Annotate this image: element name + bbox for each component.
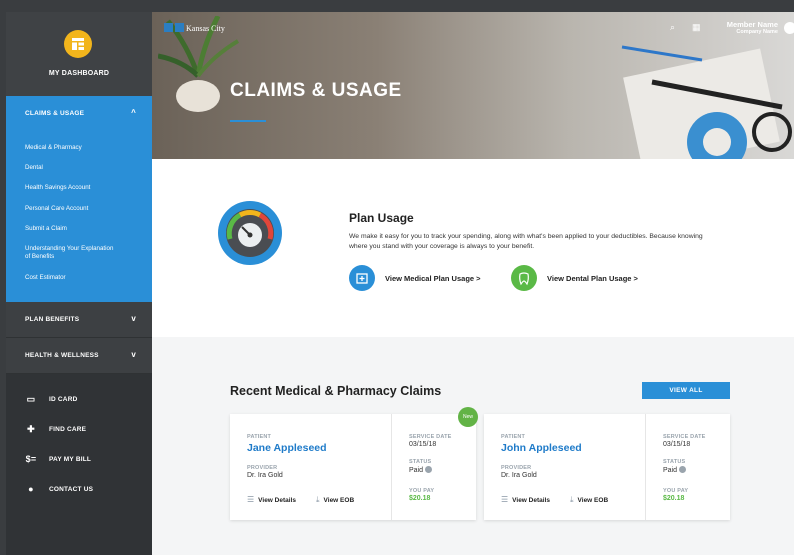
plan-usage-description: We make it easy for you to track your sp… <box>349 233 703 250</box>
sidebar-item-eob[interactable]: Understanding Your Explanation of Benefi… <box>25 245 115 261</box>
gauge-icon <box>218 201 282 265</box>
nav-id-card[interactable]: ▭ ID CARD <box>6 390 152 410</box>
download-icon: ⤓ <box>316 495 320 504</box>
view-details-link[interactable]: ☰ View Details <box>501 495 550 504</box>
new-badge: New <box>458 407 478 427</box>
nav-contact-us[interactable]: ● CONTACT US <box>6 480 152 500</box>
logo-text: Kansas City <box>186 24 225 33</box>
download-icon: ⤓ <box>570 495 574 504</box>
dollar-icon: $= <box>25 454 37 464</box>
provider-name: Dr. Ira Gold <box>247 472 283 479</box>
my-dashboard-link[interactable]: MY DASHBOARD <box>6 12 152 96</box>
section-label: PLAN BENEFITS <box>25 316 80 323</box>
plus-icon: ✚ <box>27 424 35 434</box>
patient-label: PATIENT <box>501 434 526 440</box>
sidebar-item-dental[interactable]: Dental <box>25 164 145 172</box>
view-eob-label: View EOB <box>577 497 609 504</box>
sidebar-item-cost-estimator[interactable]: Cost Estimator <box>25 274 145 282</box>
view-details-label: View Details <box>258 497 296 504</box>
sidebar-item-submit-claim[interactable]: Submit a Claim <box>25 225 145 233</box>
brand-logo[interactable]: Kansas City <box>164 23 225 33</box>
nav-find-care[interactable]: ✚ FIND CARE <box>6 420 152 440</box>
member-name: Member Name <box>726 20 778 29</box>
plan-usage-title: Plan Usage <box>349 211 414 225</box>
service-date-label: SERVICE DATE <box>663 434 706 440</box>
service-date-label: SERVICE DATE <box>409 434 452 440</box>
avatar-icon[interactable] <box>784 22 794 34</box>
view-details-link[interactable]: ☰ View Details <box>247 495 296 504</box>
info-icon[interactable] <box>424 466 432 473</box>
section-label: HEALTH & WELLNESS <box>25 352 99 359</box>
title-underline <box>230 120 266 122</box>
list-icon: ☰ <box>501 495 509 504</box>
recent-claims-title: Recent Medical & Pharmacy Claims <box>230 384 442 398</box>
info-icon[interactable] <box>678 466 686 473</box>
view-all-button[interactable]: VIEW ALL <box>642 382 730 399</box>
dashboard-label: MY DASHBOARD <box>48 70 110 77</box>
chevron-up-icon: ^ <box>131 108 136 117</box>
sidebar-section-plan-benefits[interactable]: PLAN BENEFITS v <box>6 302 152 338</box>
you-pay-label: YOU PAY <box>663 488 689 494</box>
status-label: STATUS <box>409 459 432 465</box>
nav-label: CONTACT US <box>49 486 94 493</box>
view-eob-link[interactable]: ⤓ View EOB <box>316 495 354 505</box>
status-value: Paid <box>663 466 686 474</box>
claim-card: PATIENT Jane Appleseed PROVIDER Dr. Ira … <box>230 407 478 520</box>
service-date: 03/15/18 <box>409 441 437 448</box>
sidebar: MY DASHBOARD CLAIMS & USAGE ^ Medical & … <box>6 12 152 555</box>
view-details-label: View Details <box>512 497 550 504</box>
nav-label: FIND CARE <box>49 426 87 433</box>
hero-banner: Kansas City ⌕ ▦ Member Name Company Name… <box>152 12 794 159</box>
view-eob-label: View EOB <box>323 497 355 504</box>
company-name: Company Name <box>736 29 778 35</box>
id-card-icon: ▭ <box>26 394 36 404</box>
app-frame: MY DASHBOARD CLAIMS & USAGE ^ Medical & … <box>0 0 794 555</box>
chevron-down-icon: v <box>131 350 136 359</box>
dashboard-icon <box>64 30 92 58</box>
link-label: View Medical Plan Usage > <box>385 274 481 283</box>
bottom-nav: ▭ ID CARD ✚ FIND CARE $= PAY MY BILL ● C… <box>6 374 152 555</box>
status-text: Paid <box>663 467 678 474</box>
provider-name: Dr. Ira Gold <box>501 472 537 479</box>
status-value: Paid <box>409 466 432 474</box>
sidebar-item-medical-pharmacy[interactable]: Medical & Pharmacy <box>25 144 145 152</box>
sidebar-item-hsa[interactable]: Health Savings Account <box>25 184 145 192</box>
provider-label: PROVIDER <box>501 465 532 471</box>
list-icon: ☰ <box>247 495 255 504</box>
tooth-icon <box>511 265 537 291</box>
location-pin-icon: ● <box>28 484 34 494</box>
sidebar-section-claims-usage[interactable]: CLAIMS & USAGE ^ <box>6 96 152 132</box>
claim-card: PATIENT John Appleseed PROVIDER Dr. Ira … <box>484 414 730 520</box>
apps-grid-icon[interactable]: ▦ <box>692 22 701 33</box>
sidebar-section-health-wellness[interactable]: HEALTH & WELLNESS v <box>6 338 152 374</box>
status-label: STATUS <box>663 459 686 465</box>
medical-kit-icon <box>349 265 375 291</box>
search-icon[interactable]: ⌕ <box>670 22 675 33</box>
sidebar-item-pca[interactable]: Personal Care Account <box>25 205 145 213</box>
desk-items-image <box>621 45 792 159</box>
patient-name[interactable]: Jane Appleseed <box>247 442 327 454</box>
status-text: Paid <box>409 467 424 474</box>
link-label: View Dental Plan Usage > <box>547 274 638 283</box>
view-eob-link[interactable]: ⤓ View EOB <box>570 495 608 505</box>
page-title: CLAIMS & USAGE <box>230 80 402 101</box>
you-pay-label: YOU PAY <box>409 488 435 494</box>
patient-label: PATIENT <box>247 434 272 440</box>
nav-pay-my-bill[interactable]: $= PAY MY BILL <box>6 450 152 470</box>
you-pay-amount: $20.18 <box>663 495 685 502</box>
member-menu[interactable]: Member Name Company Name <box>718 20 778 35</box>
main-content: Kansas City ⌕ ▦ Member Name Company Name… <box>152 12 794 555</box>
plan-usage-section: Plan Usage We make it easy for you to tr… <box>152 159 794 337</box>
chevron-down-icon: v <box>131 314 136 323</box>
nav-label: ID CARD <box>49 396 78 403</box>
patient-name[interactable]: John Appleseed <box>501 442 582 454</box>
provider-label: PROVIDER <box>247 465 278 471</box>
section-label: CLAIMS & USAGE <box>25 110 85 117</box>
nav-label: PAY MY BILL <box>49 456 92 463</box>
claims-submenu: Medical & Pharmacy Dental Health Savings… <box>6 132 152 302</box>
you-pay-amount: $20.18 <box>409 495 431 502</box>
service-date: 03/15/18 <box>663 441 691 448</box>
